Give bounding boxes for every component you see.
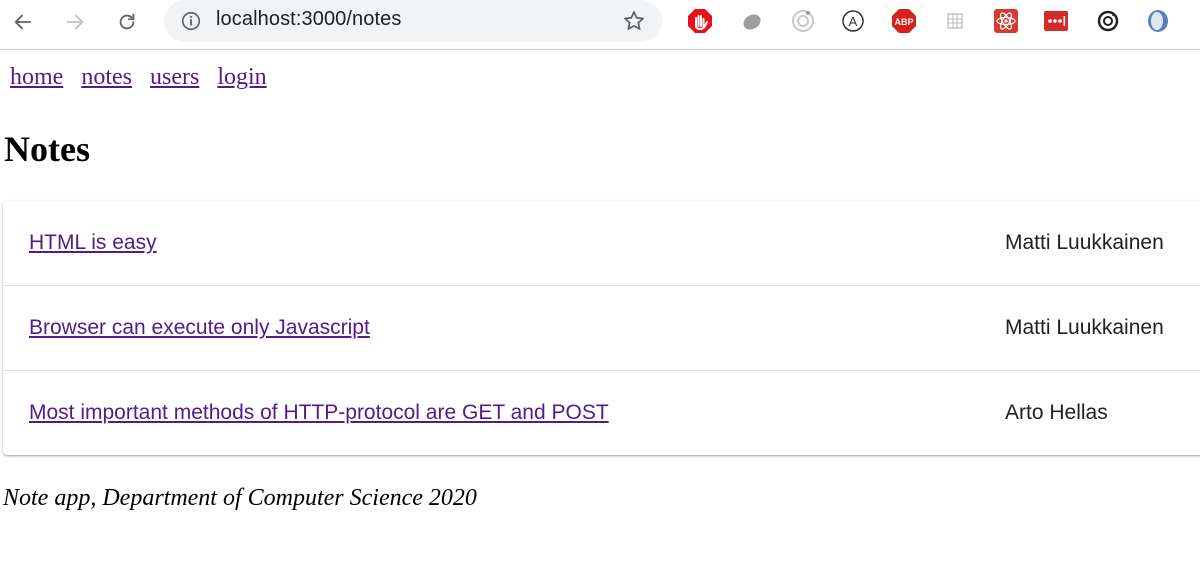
note-link[interactable]: Browser can execute only Javascript (29, 316, 370, 340)
page-footer: Note app, Department of Computer Science… (3, 485, 477, 511)
back-button[interactable] (8, 7, 38, 37)
abp-extension-icon[interactable]: ABP (889, 6, 919, 36)
notes-table: HTML is easy Matti Luukkainen Browser ca… (3, 201, 1200, 455)
table-row: Most important methods of HTTP-protocol … (3, 371, 1200, 455)
note-link[interactable]: HTML is easy (29, 231, 157, 255)
react-devtools-extension-icon[interactable] (991, 6, 1021, 36)
note-author: Matti Luukkainen (1005, 316, 1164, 339)
svg-text:A: A (849, 14, 858, 29)
note-link[interactable]: Most important methods of HTTP-protocol … (29, 401, 609, 425)
browser-toolbar: localhost:3000/notes A ABP (0, 0, 1200, 50)
note-author: Matti Luukkainen (1005, 231, 1164, 254)
url-text[interactable]: localhost:3000/notes (216, 8, 401, 31)
reload-button[interactable] (112, 7, 142, 37)
nav-link-notes[interactable]: notes (81, 64, 132, 90)
nav-link-login[interactable]: login (217, 64, 266, 90)
top-navigation: home notes users login (10, 64, 279, 91)
sync-extension-icon[interactable] (1093, 6, 1123, 36)
leaf-extension-icon[interactable] (737, 6, 767, 36)
star-icon[interactable] (622, 9, 646, 33)
lastpass-extension-icon[interactable] (1041, 6, 1071, 36)
info-icon[interactable] (180, 10, 202, 32)
reload-icon (119, 13, 135, 30)
letter-a-extension-icon[interactable]: A (838, 6, 868, 36)
forward-button[interactable] (60, 7, 90, 37)
table-row: HTML is easy Matti Luukkainen (3, 201, 1200, 286)
adblock-extension-icon[interactable] (685, 6, 715, 36)
target-extension-icon[interactable] (788, 6, 818, 36)
table-row: Browser can execute only Javascript Matt… (3, 286, 1200, 371)
nav-link-home[interactable]: home (10, 64, 63, 90)
page-title: Notes (4, 129, 90, 169)
arrow-left-icon (14, 14, 32, 30)
grid-extension-icon[interactable] (940, 6, 970, 36)
svg-text:ABP: ABP (894, 17, 913, 27)
nav-link-users[interactable]: users (150, 64, 199, 90)
oval-extension-icon[interactable] (1143, 6, 1173, 36)
address-bar[interactable]: localhost:3000/notes (164, 0, 662, 42)
note-author: Arto Hellas (1005, 401, 1108, 424)
arrow-right-icon (66, 14, 84, 30)
